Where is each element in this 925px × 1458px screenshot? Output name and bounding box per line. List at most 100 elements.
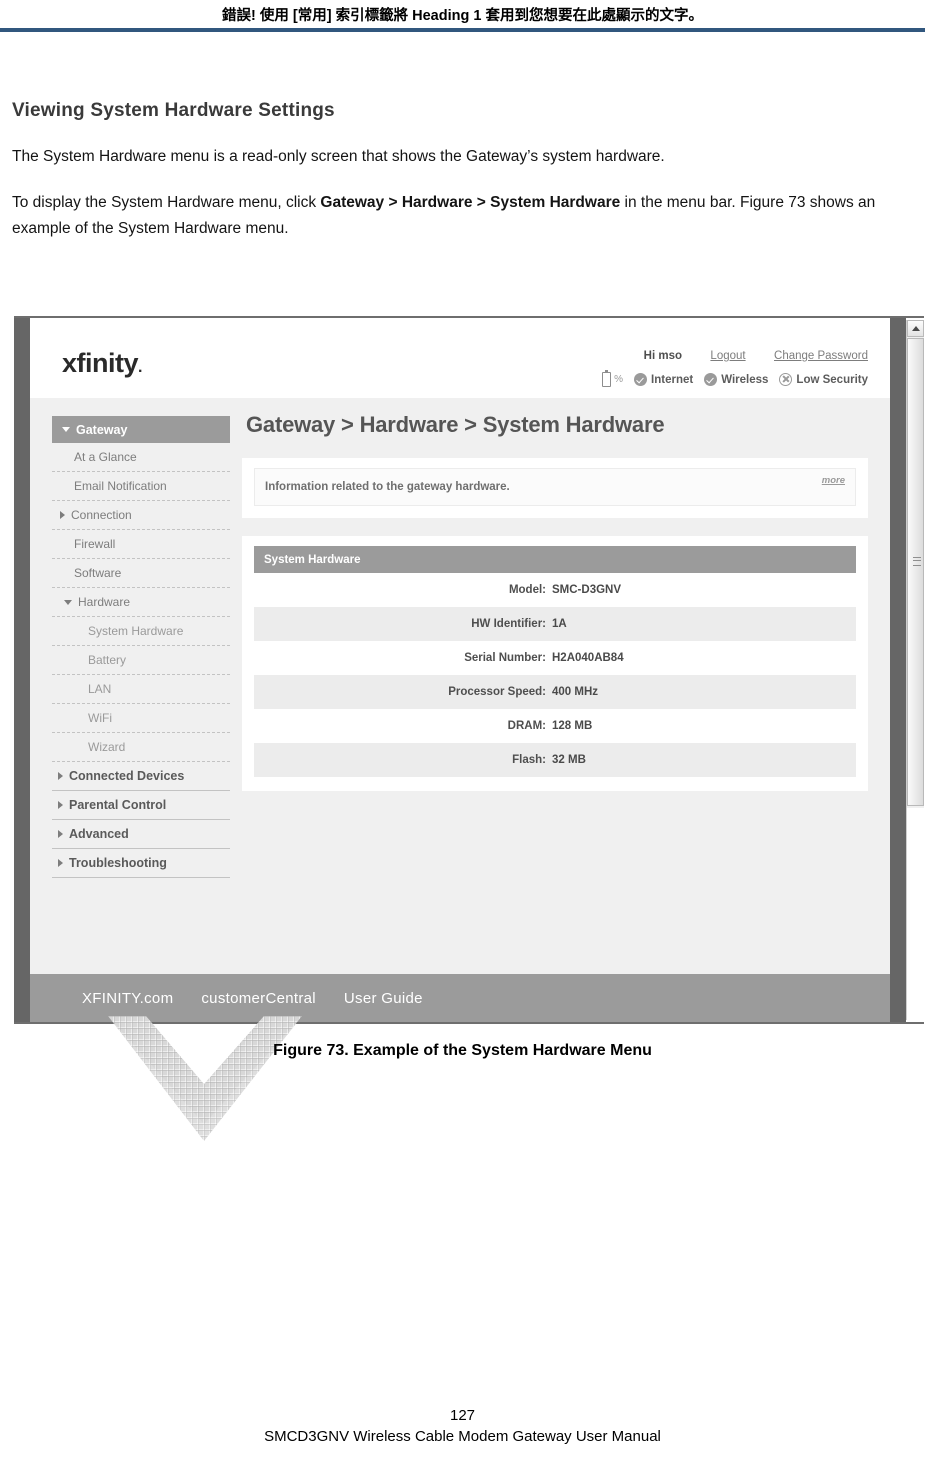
logout-link[interactable]: Logout: [710, 350, 745, 362]
window-right-frame: [890, 318, 906, 1022]
sidebar-item-email-notification[interactable]: Email Notification: [52, 472, 230, 501]
row-value: H2A040AB84: [552, 652, 624, 664]
row-value: SMC-D3GNV: [552, 584, 622, 596]
battery-icon: [602, 370, 612, 387]
sidebar-item-hardware[interactable]: Hardware: [52, 588, 230, 617]
sidebar-item-software[interactable]: Software: [52, 559, 230, 588]
xfinity-logo: xfinity.: [62, 348, 142, 379]
row-label: Model:: [508, 584, 546, 596]
document-footer: 127 SMCD3GNV Wireless Cable Modem Gatewa…: [0, 1405, 925, 1448]
document-running-header: 錯誤! 使用 [常用] 索引標籤將 Heading 1 套用到您想要在此處顯示的…: [0, 0, 925, 42]
scrollbar-thumb[interactable]: [907, 338, 924, 806]
panel-title: System Hardware: [254, 546, 856, 573]
brand-bar: xfinity. Hi mso Logout Change Password %…: [30, 320, 890, 398]
main-pane: Gateway > Hardware > System Hardware Inf…: [242, 412, 868, 791]
check-circle-icon: [704, 373, 718, 386]
table-row: HW Identifier: 1A: [254, 607, 856, 641]
change-password-link[interactable]: Change Password: [774, 350, 868, 362]
page-title: Viewing System Hardware Settings: [12, 100, 335, 121]
chevron-down-icon: [64, 599, 72, 605]
battery-percent-label: %: [614, 374, 624, 385]
table-row: Model: SMC-D3GNV: [254, 573, 856, 607]
sidebar-item-label: At a Glance: [74, 450, 137, 464]
row-value: 128 MB: [552, 720, 593, 732]
row-label: Flash:: [512, 754, 546, 766]
table-row: Serial Number: H2A040AB84: [254, 641, 856, 675]
sidebar-item-label: System Hardware: [88, 624, 184, 638]
sidebar-item-wifi[interactable]: WiFi: [52, 704, 230, 733]
sidebar-item-label: Battery: [88, 653, 127, 667]
sidebar-item-label: Gateway: [76, 422, 128, 437]
menu-path-bold: Gateway > Hardware > System Hardware: [320, 194, 621, 211]
chevron-down-icon: [62, 427, 70, 432]
table-row: Processor Speed: 400 MHz: [254, 675, 856, 709]
figure-screenshot: xfinity. Hi mso Logout Change Password %…: [14, 316, 924, 1024]
xfinity-logo-text: xfinity: [62, 348, 139, 378]
sidebar-item-label: Firewall: [74, 537, 116, 551]
greeting-label: Hi mso: [643, 350, 683, 362]
sidebar-item-label: Parental Control: [69, 798, 167, 812]
footer-link-user-guide[interactable]: User Guide: [344, 990, 423, 1007]
more-link[interactable]: more: [822, 475, 845, 486]
chevron-right-icon: [58, 859, 63, 867]
document-content: Viewing System Hardware Settings The Sys…: [12, 100, 912, 262]
sidebar-item-gateway[interactable]: Gateway: [52, 416, 230, 443]
row-label: HW Identifier:: [471, 618, 546, 630]
info-panel-body: Information related to the gateway hardw…: [254, 468, 856, 506]
sidebar-item-system-hardware[interactable]: System Hardware: [52, 617, 230, 646]
check-circle-icon: [634, 373, 648, 386]
warning-circle-icon: [779, 373, 793, 386]
info-text: Information related to the gateway hardw…: [265, 481, 510, 493]
sidebar-item-firewall[interactable]: Firewall: [52, 530, 230, 559]
header-error-note: 錯誤! 使用 [常用] 索引標籤將 Heading 1 套用到您想要在此處顯示的…: [222, 8, 703, 24]
watermark-chevron-icon: [108, 1016, 302, 1141]
sidebar-item-label: Advanced: [69, 827, 129, 841]
sidebar-item-label: Connected Devices: [69, 769, 185, 783]
paragraph-instructions: To display the System Hardware menu, cli…: [12, 190, 912, 242]
sidebar-item-label: Hardware: [78, 595, 131, 609]
sidebar-item-connected-devices[interactable]: Connected Devices: [52, 762, 230, 791]
sidebar-item-label: Software: [74, 566, 122, 580]
scroll-up-arrow-icon[interactable]: [907, 320, 924, 337]
page-number: 127: [449, 1407, 476, 1424]
scrollbar-grip-icon: [913, 557, 921, 566]
system-hardware-panel: System Hardware Model: SMC-D3GNV HW Iden…: [242, 536, 868, 791]
sidebar-item-battery[interactable]: Battery: [52, 646, 230, 675]
chevron-right-icon: [60, 511, 65, 519]
account-links: Hi mso Logout Change Password: [644, 350, 868, 362]
sidebar-item-troubleshooting[interactable]: Troubleshooting: [52, 849, 230, 878]
header-rule: [0, 28, 925, 32]
sidebar-item-at-a-glance[interactable]: At a Glance: [52, 443, 230, 472]
sidebar-item-label: Troubleshooting: [69, 856, 167, 870]
row-value: 400 MHz: [552, 686, 599, 698]
row-label: Serial Number:: [464, 652, 546, 664]
row-label: DRAM:: [507, 720, 546, 732]
row-label: Processor Speed:: [448, 686, 546, 698]
status-internet-label: Internet: [651, 373, 694, 386]
sidebar-item-label: LAN: [88, 682, 112, 696]
footer-link-customer-central[interactable]: customerCentral: [201, 990, 316, 1007]
sidebar-item-wizard[interactable]: Wizard: [52, 733, 230, 762]
table-row: DRAM: 128 MB: [254, 709, 856, 743]
sidebar-item-lan[interactable]: LAN: [52, 675, 230, 704]
scrollbar-track[interactable]: [907, 808, 924, 1020]
breadcrumb: Gateway > Hardware > System Hardware: [246, 412, 665, 437]
sidebar-item-label: Connection: [71, 508, 132, 522]
window-left-frame: [14, 318, 30, 1022]
footer-link-xfinity-com[interactable]: XFINITY.com: [82, 990, 173, 1007]
chevron-right-icon: [58, 801, 63, 809]
table-row: Flash: 32 MB: [254, 743, 856, 777]
vertical-scrollbar[interactable]: [906, 320, 924, 1020]
sidebar-item-parental-control[interactable]: Parental Control: [52, 791, 230, 820]
row-value: 32 MB: [552, 754, 586, 766]
app-body: Gateway At a Glance Email Notification C…: [30, 398, 890, 974]
xfinity-logo-dot: .: [138, 359, 142, 376]
sidebar-item-connection[interactable]: Connection: [52, 501, 230, 530]
sidebar-item-label: Email Notification: [74, 479, 167, 493]
app-footer: XFINITY.com customerCentral User Guide: [30, 974, 890, 1022]
figure-caption: Figure 73. Example of the System Hardwar…: [273, 1042, 652, 1059]
sidebar-item-advanced[interactable]: Advanced: [52, 820, 230, 849]
status-security-label: Low Security: [796, 373, 868, 386]
chevron-right-icon: [58, 830, 63, 838]
sidebar-item-label: Wizard: [88, 740, 126, 754]
